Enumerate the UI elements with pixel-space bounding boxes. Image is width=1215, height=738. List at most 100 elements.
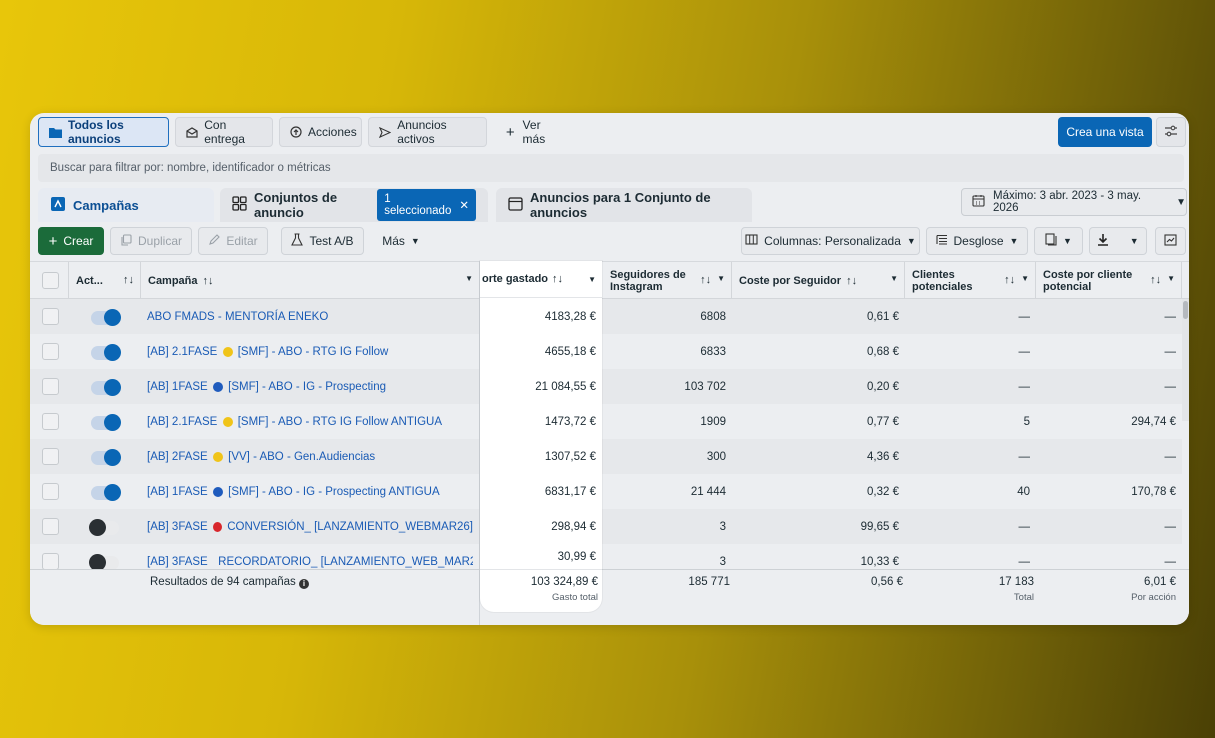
leads-value: 5 xyxy=(1023,415,1030,428)
tab-campaigns[interactable]: Campañas xyxy=(38,188,214,222)
row-checkbox[interactable] xyxy=(42,448,59,465)
campaign-name-link[interactable]: [AB] 2.1FASE [SMF] - ABO - RTG IG Follow xyxy=(147,334,473,369)
caret-down-icon[interactable]: ▼ xyxy=(890,274,898,283)
caret-down-icon: ▼ xyxy=(1176,196,1186,208)
caret-down-icon: ▼ xyxy=(1009,236,1019,246)
amount-spent-value: 21 084,55 € xyxy=(535,380,596,393)
row-checkbox[interactable] xyxy=(42,378,59,395)
create-button[interactable]: + Crear xyxy=(38,227,104,255)
folder-icon xyxy=(49,125,62,139)
campaign-name-link[interactable]: [AB] 3FASE CONVERSIÓN_ [LANZAMIENTO_WEBM… xyxy=(147,509,473,544)
sliders-icon xyxy=(1164,125,1178,140)
row-checkbox[interactable] xyxy=(42,308,59,325)
table-row[interactable]: [AB] 1FASE [SMF] - ABO - IG - Prospectin… xyxy=(30,474,1182,509)
sort-icon[interactable]: ↑↓ xyxy=(846,275,857,287)
table-row[interactable]: [AB] 3FASE CONVERSIÓN_ [LANZAMIENTO_WEBM… xyxy=(30,509,1182,544)
table-row[interactable]: ABO FMADS - MENTORÍA ENEKO 6808 0,61 € —… xyxy=(30,299,1182,334)
table-header: Act... ↑↓ Campaña ↑↓ ▼ Seguidores de Ins… xyxy=(30,261,1189,299)
column-header-instagram-followers[interactable]: Seguidores de Instagram ↑↓ ▼ xyxy=(603,262,732,299)
sort-icon[interactable]: ↑↓ xyxy=(203,275,214,287)
scrollbar-thumb[interactable] xyxy=(1183,301,1188,319)
campaign-toggle[interactable] xyxy=(91,414,121,431)
column-header-cost-per-lead[interactable]: Coste por cliente potencial ↑↓ ▼ xyxy=(1036,262,1182,299)
reports-button[interactable]: ▼ xyxy=(1034,227,1083,255)
tab-all-ads[interactable]: Todos los anuncios xyxy=(38,117,169,147)
more-button[interactable]: Más ▼ xyxy=(372,227,430,255)
tab-actions[interactable]: Acciones xyxy=(279,117,362,147)
columns-button[interactable]: Columnas: Personalizada ▼ xyxy=(741,227,920,255)
campaign-toggle[interactable] xyxy=(91,484,121,501)
search-input[interactable]: Buscar para filtrar por: nombre, identif… xyxy=(38,154,1184,182)
select-all-checkbox[interactable] xyxy=(42,272,59,289)
caret-down-icon[interactable]: ▼ xyxy=(465,274,473,283)
campaign-toggle[interactable] xyxy=(91,449,121,466)
sort-icon[interactable]: ↑↓ xyxy=(123,274,134,286)
campaign-toggle[interactable] xyxy=(91,309,121,326)
caret-down-icon[interactable]: ▼ xyxy=(1130,236,1139,246)
leads-value: — xyxy=(1018,310,1031,323)
campaign-toggle[interactable] xyxy=(89,519,119,536)
sort-icon[interactable]: ↑↓ ▼ xyxy=(1150,274,1175,286)
tab-active-ads[interactable]: Anuncios activos xyxy=(368,117,487,147)
export-button[interactable]: ▼ xyxy=(1089,227,1147,255)
campaign-name-link[interactable]: [AB] 3FASE RECORDATORIO_ [LANZAMIENTO_WE… xyxy=(147,544,473,569)
date-range-picker[interactable]: Máximo: 3 abr. 2023 - 3 may. 2026 ▼ xyxy=(961,188,1187,216)
campaign-name-link[interactable]: ABO FMADS - MENTORÍA ENEKO xyxy=(147,299,473,334)
cost-per-lead-value: 294,74 € xyxy=(1131,415,1176,428)
avg-cost-per-lead: 6,01 € Por acción xyxy=(1131,576,1176,603)
view-settings-button[interactable] xyxy=(1156,117,1186,147)
table-row[interactable]: [AB] 3FASE RECORDATORIO_ [LANZAMIENTO_WE… xyxy=(30,544,1182,569)
create-view-button[interactable]: Crea una vista xyxy=(1058,117,1152,147)
table-row[interactable]: [AB] 2FASE [VV] - ABO - Gen.Audiencias 3… xyxy=(30,439,1182,474)
amount-spent-column-highlight: orte gastado ↑↓ ▼ 4183,28 € 4655,18 € 21… xyxy=(480,261,602,612)
close-icon[interactable]: ✕ xyxy=(459,198,469,212)
plus-icon: + xyxy=(505,123,515,141)
column-header-campaign[interactable]: Campaña ↑↓ ▼ xyxy=(141,262,480,299)
table-row[interactable]: [AB] 2.1FASE [SMF] - ABO - RTG IG Follow… xyxy=(30,404,1182,439)
table-row[interactable]: [AB] 2.1FASE [SMF] - ABO - RTG IG Follow… xyxy=(30,334,1182,369)
ad-window-icon xyxy=(508,196,523,214)
campaign-toggle[interactable] xyxy=(91,344,121,361)
campaign-name-link[interactable]: [AB] 2FASE [VV] - ABO - Gen.Audiencias xyxy=(147,439,473,474)
campaign-name-link[interactable]: [AB] 2.1FASE [SMF] - ABO - RTG IG Follow… xyxy=(147,404,473,439)
charts-button[interactable] xyxy=(1155,227,1186,255)
sort-icon[interactable]: ↑↓ ▼ xyxy=(1004,274,1029,286)
ab-test-button[interactable]: Test A/B xyxy=(281,227,364,255)
duplicate-button[interactable]: Duplicar xyxy=(110,227,192,255)
ads-manager-window: Todos los anuncios Con entrega Acciones … xyxy=(30,113,1189,625)
red-circle-icon xyxy=(212,521,222,532)
selected-badge[interactable]: 1 seleccionado ✕ xyxy=(377,189,476,221)
tab-delivering[interactable]: Con entrega xyxy=(175,117,273,147)
columns-icon xyxy=(745,234,758,248)
info-icon[interactable]: i xyxy=(298,579,309,589)
sort-icon[interactable]: ↑↓ xyxy=(552,273,563,285)
cost-per-follower-value: 4,36 € xyxy=(867,450,899,463)
row-checkbox[interactable] xyxy=(42,518,59,535)
caret-down-icon[interactable]: ▼ xyxy=(588,275,596,284)
vertical-scrollbar[interactable] xyxy=(1182,299,1189,421)
breakdown-button[interactable]: Desglose ▼ xyxy=(926,227,1028,255)
tab-adsets[interactable]: Conjuntos de anuncio 1 seleccionado ✕ xyxy=(220,188,488,222)
table-row[interactable]: [AB] 1FASE [SMF] - ABO - IG - Prospectin… xyxy=(30,369,1182,404)
row-checkbox[interactable] xyxy=(42,413,59,430)
campaign-toggle[interactable] xyxy=(89,554,119,569)
sort-icon[interactable]: ↑↓ ▼ xyxy=(700,274,725,286)
toggle-knob xyxy=(104,379,121,396)
tab-ads[interactable]: Anuncios para 1 Conjunto de anuncios xyxy=(496,188,752,222)
column-header-amount-spent[interactable]: orte gastado ↑↓ ▼ xyxy=(480,261,602,298)
report-icon xyxy=(1045,233,1057,249)
campaign-name-link[interactable]: [AB] 1FASE [SMF] - ABO - IG - Prospectin… xyxy=(147,474,473,509)
row-checkbox[interactable] xyxy=(42,343,59,360)
cost-per-lead-value: — xyxy=(1164,555,1177,568)
followers-value: 300 xyxy=(706,450,726,463)
campaign-toggle[interactable] xyxy=(91,379,121,396)
row-checkbox[interactable] xyxy=(42,483,59,500)
row-checkbox[interactable] xyxy=(42,553,59,569)
column-header-activity[interactable]: Act... ↑↓ xyxy=(69,262,141,299)
campaign-name-link[interactable]: [AB] 1FASE [SMF] - ABO - IG - Prospectin… xyxy=(147,369,473,404)
column-header-leads[interactable]: Clientes potenciales ↑↓ ▼ xyxy=(905,262,1036,299)
tab-see-more[interactable]: + Ver más xyxy=(493,117,573,147)
column-header-cost-per-follower[interactable]: Coste por Seguidor ↑↓ ▼ xyxy=(732,262,905,299)
edit-button[interactable]: Editar xyxy=(198,227,268,255)
followers-value: 3 xyxy=(719,555,726,568)
